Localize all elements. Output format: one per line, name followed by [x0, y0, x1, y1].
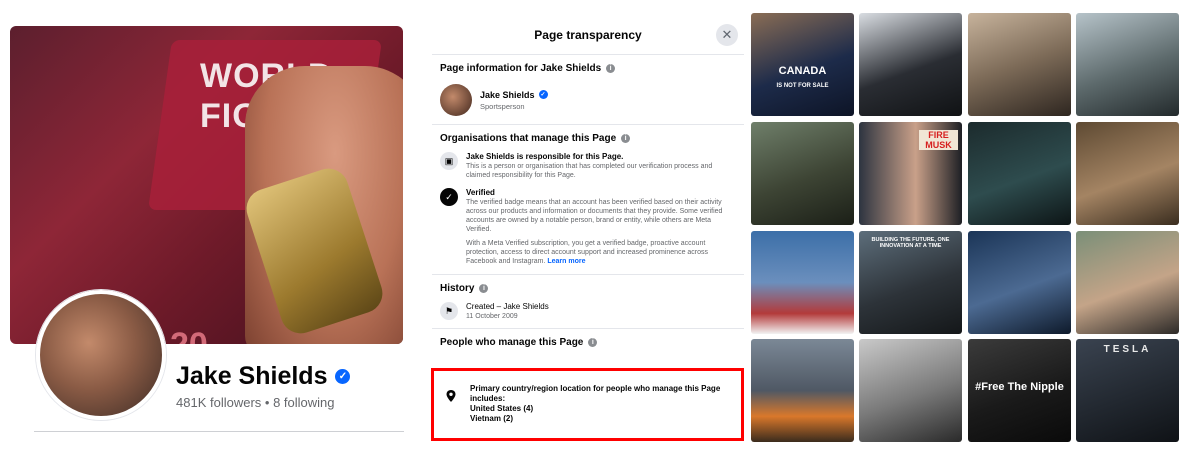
followers-link[interactable]: 481K followers: [176, 395, 261, 410]
photo-caption: #Free The Nipple: [975, 381, 1064, 393]
meta-verified-paragraph: With a Meta Verified subscription, you g…: [466, 239, 736, 266]
learn-more-link[interactable]: Learn more: [547, 258, 585, 265]
following-link[interactable]: 8 following: [273, 395, 334, 410]
photo-tile[interactable]: [968, 231, 1071, 334]
photo-caption: CANADA: [778, 65, 827, 77]
flag-icon: ⚑: [440, 302, 458, 320]
photo-tile[interactable]: FIRE MUSK: [859, 122, 962, 225]
verified-text-block: The verified badge means that an account…: [466, 198, 736, 266]
info-icon[interactable]: i: [588, 338, 598, 347]
history-title: History: [440, 283, 475, 294]
cover-photo[interactable]: WORLD FIGH 20: [10, 26, 403, 344]
responsible-title: Jake Shields is responsible for this Pag…: [466, 152, 624, 161]
location-heading: Primary country/region location for peop…: [470, 384, 721, 403]
photo-tile[interactable]: #Free The Nipple: [968, 339, 1071, 442]
location-item: Vietnam (2): [470, 414, 513, 423]
page-name: Jake Shields: [480, 89, 535, 100]
verified-check-icon: ✓: [440, 188, 458, 206]
profile-divider: [34, 431, 404, 432]
dialog-title: Page transparency: [534, 28, 642, 42]
profile-name: Jake Shields: [176, 362, 328, 390]
responsible-text: This is a person or organisation that ha…: [466, 163, 713, 179]
photo-caption: TESLA: [1103, 344, 1152, 355]
meta-verified-text: With a Meta Verified subscription, you g…: [466, 240, 709, 265]
created-label: Created – Jake Shields: [466, 302, 549, 311]
verified-badge-icon: ✓: [538, 90, 548, 99]
photo-tile[interactable]: [1076, 231, 1179, 334]
photo-caption: BUILDING THE FUTURE, ONE INNOVATION AT A…: [871, 237, 950, 249]
close-button[interactable]: ✕: [716, 24, 738, 46]
cover-number: 20: [170, 326, 208, 344]
page-info-title: Page information for Jake Shields: [440, 63, 602, 74]
location-text: Primary country/region location for peop…: [470, 384, 735, 424]
verified-title: Verified: [466, 188, 495, 197]
close-icon: ✕: [721, 27, 733, 42]
dialog-header: Page transparency ✕: [432, 17, 744, 55]
photo-caption: IS NOT FOR SALE: [776, 83, 829, 89]
stats-separator: •: [261, 395, 274, 410]
profile-panel: WORLD FIGH 20 Jake Shields ✓ 481K follow…: [0, 0, 420, 456]
photo-tile[interactable]: TESLA: [1076, 339, 1179, 442]
page-name-row: Jake Shields ✓: [480, 90, 548, 100]
history-title-row: History i: [440, 283, 736, 294]
created-date: 11 October 2009: [466, 313, 518, 320]
location-item: United States (4): [470, 404, 534, 413]
profile-stats: 481K followers • 8 following: [176, 395, 335, 410]
photo-tile[interactable]: CANADA IS NOT FOR SALE: [751, 13, 854, 116]
orgs-title-row: Organisations that manage this Page i: [440, 133, 736, 144]
photo-tile[interactable]: [859, 13, 962, 116]
organisations-section: Organisations that manage this Page i ▣ …: [432, 125, 744, 275]
verified-text: The verified badge means that an account…: [466, 199, 723, 233]
profile-avatar[interactable]: [36, 290, 166, 420]
people-title-row: People who manage this Page i: [440, 337, 736, 348]
photo-tile[interactable]: [859, 339, 962, 442]
photo-caption: FIRE MUSK: [919, 130, 958, 150]
created-item: ⚑ Created – Jake Shields 11 October 2009: [440, 302, 736, 320]
photo-tile[interactable]: [751, 231, 854, 334]
photo-tile[interactable]: BUILDING THE FUTURE, ONE INNOVATION AT A…: [859, 231, 962, 334]
info-icon[interactable]: i: [606, 64, 616, 73]
photo-tile[interactable]: [968, 122, 1071, 225]
photo-tile[interactable]: [968, 13, 1071, 116]
page-info-section: Page information for Jake Shields i Jake…: [432, 55, 744, 125]
profile-name-row: Jake Shields ✓: [176, 362, 351, 391]
history-section: History i ⚑ Created – Jake Shields 11 Oc…: [432, 275, 744, 329]
orgs-title: Organisations that manage this Page: [440, 133, 617, 144]
photo-tile[interactable]: [1076, 122, 1179, 225]
verified-item: ✓ Verified The verified badge means that…: [440, 188, 736, 266]
info-icon[interactable]: i: [479, 284, 489, 293]
people-section: People who manage this Page i: [432, 329, 744, 356]
responsible-item: ▣ Jake Shields is responsible for this P…: [440, 152, 736, 180]
photo-tile[interactable]: [751, 122, 854, 225]
page-info-title-row: Page information for Jake Shields i: [440, 63, 736, 74]
photo-tile[interactable]: [751, 339, 854, 442]
location-highlight-box: Primary country/region location for peop…: [431, 368, 744, 441]
photo-grid: CANADA IS NOT FOR SALE FIRE MUSK BUILDIN…: [751, 13, 1184, 443]
verified-badge-icon: ✓: [335, 369, 351, 384]
page-summary-row[interactable]: Jake Shields ✓ Sportsperson: [440, 84, 736, 116]
info-icon[interactable]: i: [621, 134, 631, 143]
page-avatar: [440, 84, 472, 116]
location-pin-icon: [446, 390, 456, 402]
photo-tile[interactable]: [1076, 13, 1179, 116]
briefcase-icon: ▣: [440, 152, 458, 170]
page-category: Sportsperson: [480, 101, 525, 111]
people-title: People who manage this Page: [440, 337, 584, 348]
